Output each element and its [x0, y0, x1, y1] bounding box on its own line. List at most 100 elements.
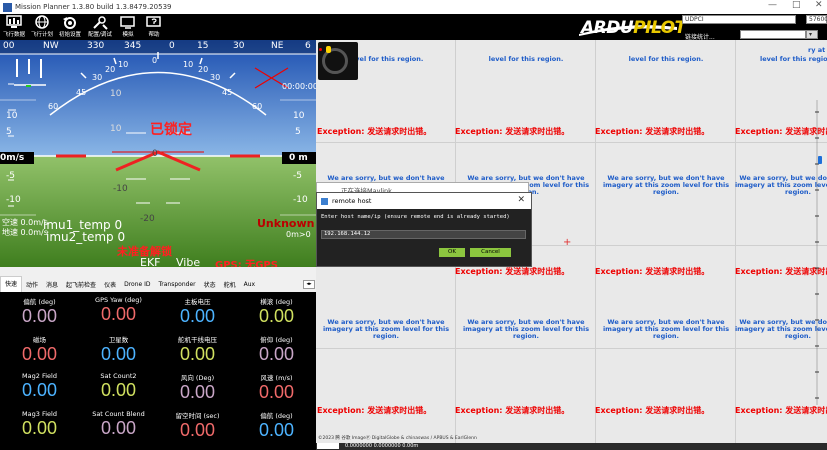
exception-text: Exception: 发送请求时出错。 — [455, 267, 570, 276]
roll-label: 10 — [118, 60, 129, 69]
help-button[interactable]: 帮助 — [142, 15, 166, 39]
link-dropdown[interactable]: ▾ — [806, 30, 818, 39]
quick-cell-value: 0.00 — [179, 382, 216, 402]
map-type-select[interactable] — [317, 443, 339, 449]
quick-cell[interactable]: 风速 (m/s) 0.00 — [237, 372, 316, 403]
quick-cell[interactable]: 偏航 (deg) 0.00 — [237, 410, 316, 441]
tab-prearm[interactable]: 起飞前检查 — [62, 280, 100, 289]
ekf-status[interactable]: EKF — [140, 256, 161, 267]
tab-drone-id[interactable]: Drone ID — [120, 281, 154, 288]
simulation-button[interactable]: 模拟 — [116, 15, 140, 39]
roll-label: 60 — [252, 102, 263, 111]
quick-cell-label: 风向 (Deg) — [180, 374, 215, 382]
splitter[interactable] — [0, 267, 316, 276]
quick-cell[interactable]: 留空时间 (sec) 0.00 — [158, 410, 237, 441]
quick-cell-label: 卫星数 — [108, 336, 129, 344]
no-imagery-text: We are sorry, but we don't have imagery … — [462, 318, 590, 340]
config-tuning-button[interactable]: 配置/调试 — [88, 15, 112, 39]
quick-cell[interactable]: 横滚 (deg) 0.00 — [237, 296, 316, 327]
roll-label: 30 — [92, 73, 103, 82]
port-select[interactable]: UDPCI — [682, 15, 796, 24]
minimize-button[interactable]: — — [768, 0, 777, 10]
tab-scroll-arrows[interactable]: ◂▸ — [303, 280, 315, 289]
quick-cell-value: 0.00 — [21, 418, 58, 438]
tab-bar: 快速 动作 消息 起飞前检查 仪表 Drone ID Transponder 状… — [0, 276, 316, 292]
status-dot-icon — [319, 48, 322, 51]
map-copyright: ©2023 腾 谷歌 ImageⓅ DigitalGlobe & chinasw… — [318, 436, 477, 441]
flight-data-button[interactable]: 飞行数据 — [2, 15, 26, 39]
host-input[interactable]: 192.168.144.12 — [321, 230, 526, 239]
quick-cell[interactable]: 偏航 (deg) 0.00 — [0, 296, 79, 327]
flight-plan-button[interactable]: 飞行计划 — [30, 15, 54, 39]
pitch-label: 0 — [152, 149, 158, 159]
quick-cell[interactable]: 俯仰 (deg) 0.00 — [237, 334, 316, 365]
pitch-label: -10 — [113, 184, 128, 194]
initial-setup-button[interactable]: 初始设置 — [58, 15, 82, 39]
link-select[interactable] — [740, 30, 806, 39]
tab-servo[interactable]: 舵机 — [220, 280, 240, 289]
cursor-coordinates: 0.0000000 0.0000000 0.00m — [345, 443, 419, 449]
quick-cell-label: Sat Count2 — [100, 372, 137, 380]
vibe-status[interactable]: Vibe — [176, 256, 200, 267]
quick-cell-label: 风速 (m/s) — [260, 374, 293, 382]
cancel-button[interactable]: Cancel — [470, 248, 511, 257]
quick-cell-label: 偏航 (deg) — [23, 298, 56, 306]
airspeed-tape-label: 10 — [6, 111, 18, 121]
remote-host-dialog: remote host ✕ Enter host name/ip (ensure… — [316, 192, 532, 267]
tab-messages[interactable]: 消息 — [42, 280, 62, 289]
quick-cell-label: 主板电压 — [184, 298, 211, 306]
quick-cell[interactable]: 卫星数 0.00 — [79, 334, 158, 365]
pitch-label: 10 — [110, 124, 122, 134]
quick-cell-label: 舵机干线电压 — [178, 336, 217, 344]
tab-status[interactable]: 状态 — [200, 280, 220, 289]
tab-quick[interactable]: 快速 — [0, 276, 23, 292]
maximize-button[interactable]: □ — [792, 0, 801, 10]
quick-cell-label: Mag3 Field — [22, 410, 57, 418]
quick-cell-value: 0.00 — [258, 306, 295, 326]
flight-time: 00:00:00 — [282, 82, 316, 91]
title-bar: Mission Planner 1.3.80 build 1.3.8479.20… — [0, 0, 827, 14]
quick-cell[interactable]: Mag3 Field 0.00 — [0, 410, 79, 439]
quick-cell[interactable]: 舵机干线电压 0.00 — [158, 334, 237, 365]
simulation-icon — [120, 16, 135, 29]
quick-cell[interactable]: 主板电压 0.00 — [158, 296, 237, 327]
quick-cell-value: 0.00 — [258, 344, 295, 364]
altitude-tape-label: 5 — [295, 127, 301, 137]
quick-cell[interactable]: Sat Count Blend 0.00 — [79, 410, 158, 439]
exception-text: Exception: 发送请求时出错。 — [317, 127, 432, 136]
roll-label: 45 — [76, 88, 87, 97]
tab-aux[interactable]: Aux — [240, 281, 259, 288]
quick-cell[interactable]: 磁场 0.00 — [0, 334, 79, 365]
tab-gauges[interactable]: 仪表 — [100, 280, 120, 289]
quick-cell-value: 0.00 — [258, 420, 295, 440]
exception-text: Exception: 发送请求时出错。 — [595, 267, 710, 276]
close-button[interactable]: ✕ — [815, 0, 823, 10]
pitch-label: -20 — [140, 214, 155, 224]
altitude-tape-label: 10 — [293, 111, 305, 121]
tab-actions[interactable]: 动作 — [22, 280, 42, 289]
tab-transponder[interactable]: Transponder — [155, 281, 200, 288]
map-zoom-bar[interactable] — [812, 100, 822, 405]
quick-cell-value: 0.00 — [100, 418, 137, 438]
airspeed-tape-label: 5 — [6, 127, 12, 137]
ok-button[interactable]: OK — [439, 248, 465, 257]
baud-select[interactable]: 57600 — [806, 15, 827, 24]
quick-cell[interactable]: Mag2 Field 0.00 — [0, 372, 79, 401]
window-title: Mission Planner 1.3.80 build 1.3.8479.20… — [15, 3, 172, 11]
airspeed-tape-label: -10 — [6, 195, 21, 205]
exception-text: Exception: 发送请求时出错。 — [595, 406, 710, 415]
dialog-close-button[interactable]: ✕ — [517, 195, 525, 205]
altitude-readout: 0 m — [289, 153, 308, 163]
quick-cell[interactable]: GPS Yaw (deg) 0.00 — [79, 296, 158, 325]
airspeed-readout: 0m/s — [0, 153, 25, 163]
quick-cell-value: 0.00 — [100, 344, 137, 364]
quick-cell[interactable]: 风向 (Deg) 0.00 — [158, 372, 237, 403]
quick-cell[interactable]: Sat Count2 0.00 — [79, 372, 158, 401]
ardupilot-logo: ARDUPILOT — [577, 17, 686, 39]
altitude-tape-label: -5 — [293, 171, 302, 181]
hud[interactable]: 00 NW 330 345 0 15 30 NE 6 20 10 0 10 20… — [0, 40, 316, 267]
altitude-tape-label: -10 — [293, 195, 308, 205]
flight-mode: Unknown — [257, 217, 315, 230]
dialog-prompt: Enter host name/ip (ensure remote end is… — [321, 214, 510, 220]
initial-setup-icon — [63, 17, 76, 29]
